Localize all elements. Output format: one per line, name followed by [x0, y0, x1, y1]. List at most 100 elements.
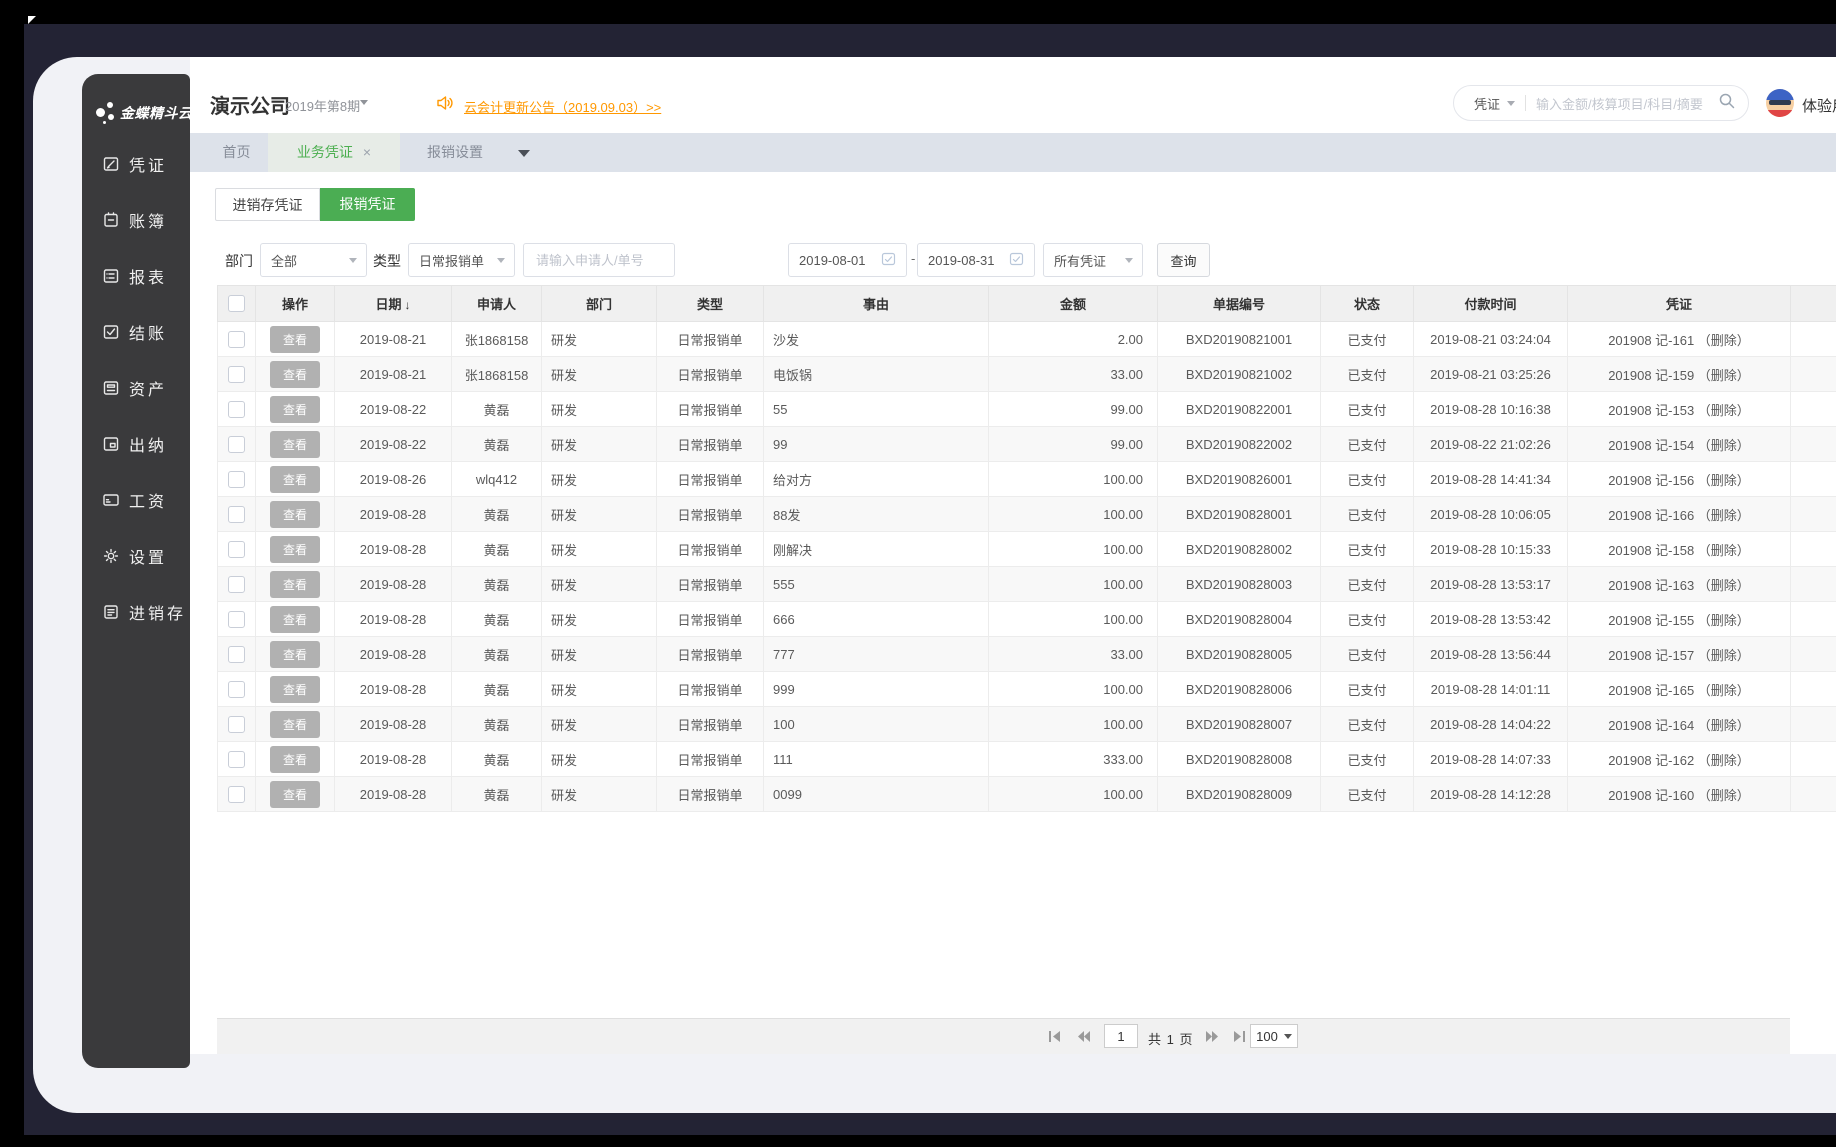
sidebar-item-cashier[interactable]: 出纳 [102, 432, 190, 456]
cell-voucher[interactable]: 201908 记-166 （删除） [1567, 496, 1791, 532]
cell-checkbox [217, 356, 256, 392]
cell-type: 日常报销单 [656, 461, 764, 497]
cell-doc-no: BXD20190828007 [1157, 706, 1321, 742]
view-button[interactable]: 查看 [269, 430, 320, 458]
accounting-period[interactable]: 2019年第8期 [285, 96, 360, 115]
tab-reimburse-settings[interactable]: 报销设置 [410, 133, 500, 172]
sidebar-item-payroll[interactable]: 工资 [102, 488, 190, 512]
search-category-caret-icon[interactable] [1507, 100, 1516, 106]
row-checkbox[interactable] [228, 400, 245, 418]
date-from-field[interactable]: 2019-08-01 [788, 243, 907, 277]
cell-extra [1790, 671, 1836, 707]
cell-type: 日常报销单 [656, 636, 764, 672]
view-button[interactable]: 查看 [269, 710, 320, 738]
date-to-field[interactable]: 2019-08-31 [917, 243, 1035, 277]
global-search[interactable]: 凭证 输入金额/核算项目/科目/摘要 [1453, 85, 1749, 121]
cell-voucher[interactable]: 201908 记-157 （删除） [1567, 636, 1791, 672]
page-number-input[interactable] [1104, 1024, 1138, 1048]
row-checkbox[interactable] [228, 680, 245, 698]
view-button[interactable]: 查看 [269, 780, 320, 808]
cell-voucher[interactable]: 201908 记-164 （删除） [1567, 706, 1791, 742]
tab-list-caret-icon[interactable] [518, 150, 530, 157]
tab-business-voucher[interactable]: 业务凭证 × [268, 133, 400, 172]
sidebar-item-report[interactable]: 报表 [102, 264, 190, 288]
applicant-search-input[interactable] [534, 251, 664, 269]
cell-action: 查看 [255, 321, 335, 357]
search-icon[interactable] [1718, 92, 1736, 115]
view-button[interactable]: 查看 [269, 640, 320, 668]
last-page-icon[interactable] [1232, 1030, 1246, 1043]
type-select[interactable]: 日常报销单 [408, 243, 515, 277]
asset-icon [102, 379, 120, 397]
cell-voucher[interactable]: 201908 记-158 （删除） [1567, 531, 1791, 567]
row-checkbox[interactable] [228, 575, 245, 593]
view-button[interactable]: 查看 [269, 570, 320, 598]
user-name[interactable]: 体验用 [1802, 95, 1836, 116]
row-checkbox[interactable] [228, 785, 245, 803]
cell-voucher[interactable]: 201908 记-162 （删除） [1567, 741, 1791, 777]
cell-voucher[interactable]: 201908 记-163 （删除） [1567, 566, 1791, 602]
cell-date: 2019-08-21 [334, 321, 452, 357]
cell-voucher[interactable]: 201908 记-165 （删除） [1567, 671, 1791, 707]
select-all-checkbox[interactable] [228, 295, 245, 313]
row-checkbox[interactable] [228, 330, 245, 348]
sidebar-item-voucher[interactable]: 凭证 [102, 152, 190, 176]
view-button[interactable]: 查看 [269, 360, 320, 388]
cell-voucher[interactable]: 201908 记-153 （删除） [1567, 391, 1791, 427]
user-avatar[interactable] [1766, 89, 1794, 117]
cell-voucher[interactable]: 201908 记-156 （删除） [1567, 461, 1791, 497]
announcement-link[interactable]: 云会计更新公告（2019.09.03）>> [464, 97, 661, 116]
period-caret-icon[interactable] [360, 100, 368, 105]
view-button[interactable]: 查看 [269, 325, 320, 353]
prev-page-icon[interactable] [1077, 1030, 1091, 1043]
view-button[interactable]: 查看 [269, 500, 320, 528]
row-checkbox[interactable] [228, 470, 245, 488]
cell-voucher[interactable]: 201908 记-155 （删除） [1567, 601, 1791, 637]
voucher-scope-select[interactable]: 所有凭证 [1043, 243, 1143, 277]
view-button[interactable]: 查看 [269, 395, 320, 423]
query-button[interactable]: 查询 [1157, 243, 1210, 277]
cell-dept: 研发 [541, 671, 657, 707]
view-button[interactable]: 查看 [269, 605, 320, 633]
cell-voucher[interactable]: 201908 记-159 （删除） [1567, 356, 1791, 392]
row-checkbox[interactable] [228, 645, 245, 663]
sidebar-item-ledger[interactable]: 账簿 [102, 208, 190, 232]
inventory-voucher-button[interactable]: 进销存凭证 [215, 188, 320, 221]
search-category[interactable]: 凭证 [1474, 94, 1500, 113]
sidebar-item-asset[interactable]: 资产 [102, 376, 190, 400]
row-checkbox[interactable] [228, 365, 245, 383]
cell-applicant: 黄磊 [451, 391, 542, 427]
tab-home[interactable]: 首页 [205, 133, 268, 172]
page-size-select[interactable]: 100 [1250, 1024, 1298, 1048]
cell-amount: 100.00 [988, 461, 1158, 497]
reimburse-voucher-button[interactable]: 报销凭证 [320, 188, 415, 221]
dept-select[interactable]: 全部 [260, 243, 367, 277]
sidebar-item-closing[interactable]: 结账 [102, 320, 190, 344]
row-checkbox[interactable] [228, 610, 245, 628]
sidebar-item-settings[interactable]: 设置 [102, 544, 190, 568]
row-checkbox[interactable] [228, 505, 245, 523]
row-checkbox[interactable] [228, 540, 245, 558]
payroll-icon [102, 491, 120, 509]
cell-voucher[interactable]: 201908 记-160 （删除） [1567, 776, 1791, 812]
col-header-date[interactable]: 日期 ↓ [334, 285, 452, 322]
cell-type: 日常报销单 [656, 321, 764, 357]
cell-status: 已支付 [1320, 776, 1414, 812]
cell-voucher[interactable]: 201908 记-154 （删除） [1567, 426, 1791, 462]
view-button[interactable]: 查看 [269, 675, 320, 703]
view-button[interactable]: 查看 [269, 465, 320, 493]
row-checkbox[interactable] [228, 750, 245, 768]
search-input[interactable]: 输入金额/核算项目/科目/摘要 [1536, 94, 1718, 113]
cell-voucher[interactable]: 201908 记-161 （删除） [1567, 321, 1791, 357]
tab-close-icon[interactable]: × [363, 144, 371, 160]
next-page-icon[interactable] [1205, 1030, 1219, 1043]
sidebar-item-inventory[interactable]: 进销存 [102, 600, 190, 624]
first-page-icon[interactable] [1048, 1030, 1062, 1043]
row-checkbox[interactable] [228, 435, 245, 453]
row-checkbox[interactable] [228, 715, 245, 733]
applicant-search-field[interactable] [523, 243, 675, 277]
view-button[interactable]: 查看 [269, 745, 320, 773]
cell-amount: 99.00 [988, 426, 1158, 462]
view-button[interactable]: 查看 [269, 535, 320, 563]
select-all-checkbox-cell [217, 285, 256, 322]
